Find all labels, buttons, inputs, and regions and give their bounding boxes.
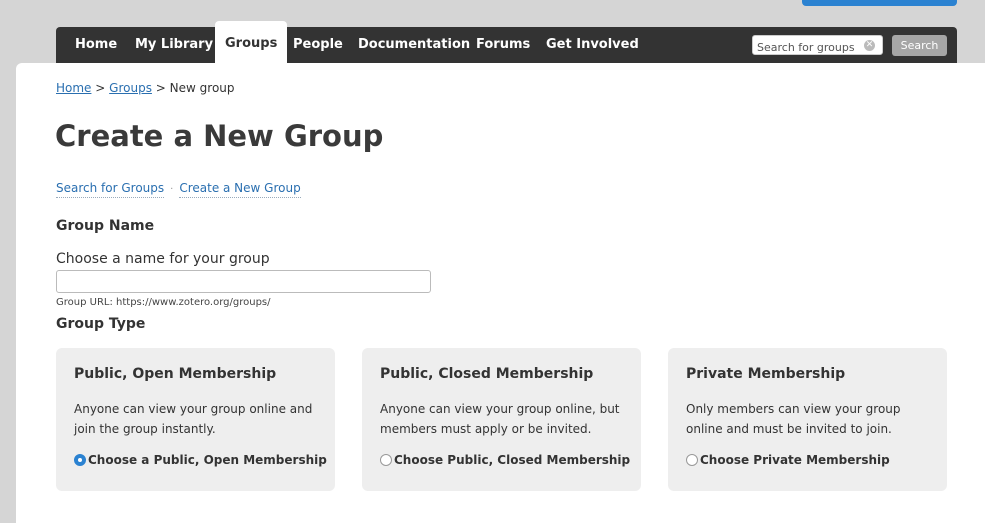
breadcrumb-groups-link[interactable]: Groups — [109, 81, 152, 95]
public-open-radio[interactable] — [74, 454, 86, 466]
page-title: Create a New Group — [55, 119, 384, 153]
breadcrumb-current: New group — [169, 81, 235, 95]
breadcrumb: Home > Groups > New group — [56, 81, 235, 95]
search-for-groups-link[interactable]: Search for Groups — [56, 181, 165, 198]
group-type-card-private: Private Membership Only members can view… — [668, 348, 947, 491]
group-url-hint: Group URL: https://www.zotero.org/groups… — [56, 297, 271, 308]
card-title: Public, Closed Membership — [380, 366, 594, 382]
group-search-box: ✕ — [752, 35, 883, 57]
link-separator: · — [170, 184, 174, 195]
nav-documentation[interactable]: Documentation — [358, 27, 470, 63]
group-type-card-public-open: Public, Open Membership Anyone can view … — [56, 348, 335, 491]
breadcrumb-separator: > — [95, 81, 106, 95]
search-button[interactable]: Search — [892, 35, 947, 56]
card-title: Public, Open Membership — [74, 366, 277, 382]
card-description: Anyone can view your group online and jo… — [74, 402, 313, 436]
breadcrumb-separator: > — [155, 81, 166, 95]
option-label: Choose a Public, Open Membership — [88, 453, 327, 467]
top-account-button[interactable] — [802, 0, 957, 6]
page-content: Home > Groups > New group Create a New G… — [16, 63, 985, 523]
group-name-heading: Group Name — [56, 218, 155, 234]
choose-public-closed-option[interactable]: Choose Public, Closed Membership — [380, 453, 630, 467]
nav-groups[interactable]: Groups — [215, 21, 288, 63]
private-radio[interactable] — [686, 454, 698, 466]
public-closed-radio[interactable] — [380, 454, 392, 466]
nav-my-library[interactable]: My Library — [135, 27, 213, 63]
group-name-label: Choose a name for your group — [56, 251, 270, 267]
choose-private-option[interactable]: Choose Private Membership — [686, 453, 890, 467]
nav-forums[interactable]: Forums — [476, 27, 530, 63]
group-search-input[interactable] — [753, 38, 869, 57]
card-description: Anyone can view your group online, but m… — [380, 402, 620, 436]
group-type-heading: Group Type — [56, 316, 146, 332]
nav-home[interactable]: Home — [75, 27, 117, 63]
group-type-card-public-closed: Public, Closed Membership Anyone can vie… — [362, 348, 641, 491]
option-label: Choose Private Membership — [700, 453, 890, 467]
choose-public-open-option[interactable]: Choose a Public, Open Membership — [74, 453, 327, 467]
nav-people[interactable]: People — [293, 27, 343, 63]
card-description: Only members can view your group online … — [686, 402, 901, 436]
option-label: Choose Public, Closed Membership — [394, 453, 631, 467]
main-nav: Home My Library Groups People Documentat… — [56, 21, 957, 63]
group-sublinks: Search for Groups · Create a New Group — [56, 181, 301, 198]
card-title: Private Membership — [686, 366, 846, 382]
clear-search-icon[interactable]: ✕ — [864, 40, 875, 51]
group-name-input[interactable] — [56, 270, 431, 293]
breadcrumb-home-link[interactable]: Home — [56, 81, 91, 95]
create-new-group-link[interactable]: Create a New Group — [179, 181, 301, 198]
nav-get-involved[interactable]: Get Involved — [546, 27, 639, 63]
